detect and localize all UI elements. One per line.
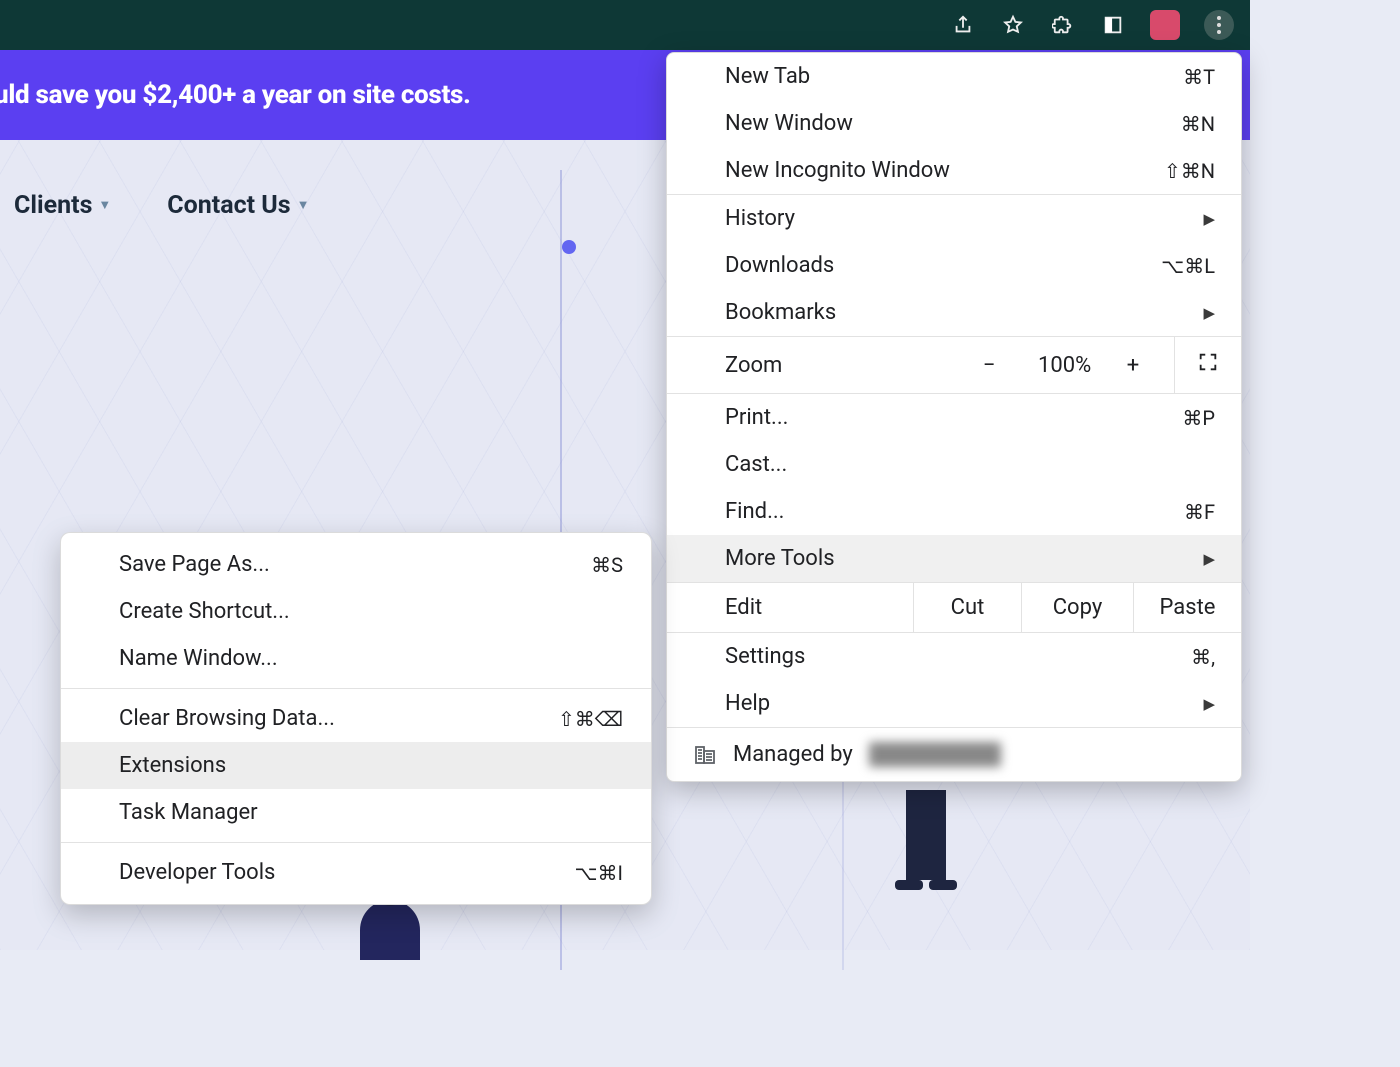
nav-label: Clients	[14, 191, 92, 220]
menu-history[interactable]: History ▶	[667, 195, 1241, 242]
chevron-right-icon: ▶	[1203, 550, 1215, 568]
chevron-down-icon: ▼	[98, 197, 111, 213]
chevron-right-icon: ▶	[1203, 304, 1215, 322]
managed-org-name: example.com	[869, 742, 1001, 767]
menu-label: More Tools	[725, 546, 835, 571]
shortcut: ⌥⌘I	[575, 861, 624, 885]
zoom-out-button[interactable]: −	[966, 353, 1012, 378]
chrome-main-menu: New Tab ⌘T New Window ⌘N New Incognito W…	[666, 52, 1242, 782]
menu-label: Settings	[725, 644, 805, 669]
menu-label: Extensions	[119, 753, 226, 778]
menu-label: History	[725, 206, 795, 231]
menu-label: Name Window...	[119, 646, 278, 671]
chevron-right-icon: ▶	[1203, 695, 1215, 713]
managed-by-prefix: Managed by	[733, 742, 853, 767]
menu-label: Cast...	[725, 452, 787, 477]
chevron-down-icon: ▼	[297, 197, 310, 213]
submenu-clear-browsing-data[interactable]: Clear Browsing Data... ⇧⌘⌫	[61, 695, 651, 742]
menu-label: New Incognito Window	[725, 158, 950, 183]
star-icon[interactable]	[1000, 12, 1026, 38]
shortcut: ⌘N	[1181, 112, 1215, 136]
menu-label: Help	[725, 691, 770, 716]
menu-bookmarks[interactable]: Bookmarks ▶	[667, 289, 1241, 336]
menu-cast[interactable]: Cast...	[667, 441, 1241, 488]
menu-downloads[interactable]: Downloads ⌥⌘L	[667, 242, 1241, 289]
menu-new-incognito[interactable]: New Incognito Window ⇧⌘N	[667, 147, 1241, 194]
menu-zoom-row: Zoom − 100% +	[667, 336, 1241, 394]
shortcut: ⌥⌘L	[1161, 254, 1215, 278]
shortcut: ⌘T	[1183, 65, 1215, 89]
menu-label: Save Page As...	[119, 552, 270, 577]
menu-label: Task Manager	[119, 800, 258, 825]
extensions-puzzle-icon[interactable]	[1050, 12, 1076, 38]
menu-label: Create Shortcut...	[119, 599, 290, 624]
submenu-save-page[interactable]: Save Page As... ⌘S	[61, 541, 651, 588]
panel-icon[interactable]	[1100, 12, 1126, 38]
managed-by-row[interactable]: Managed by example.com	[667, 727, 1241, 781]
shortcut: ⌘S	[591, 553, 623, 577]
menu-help[interactable]: Help ▶	[667, 680, 1241, 727]
nav-label: Contact Us	[167, 191, 290, 220]
shortcut: ⇧⌘⌫	[558, 707, 623, 731]
submenu-developer-tools[interactable]: Developer Tools ⌥⌘I	[61, 849, 651, 896]
menu-find[interactable]: Find... ⌘F	[667, 488, 1241, 535]
shortcut: ⇧⌘N	[1164, 159, 1215, 183]
zoom-value: 100%	[1038, 353, 1084, 378]
decor-person-1	[360, 900, 420, 960]
edit-paste-button[interactable]: Paste	[1133, 583, 1241, 632]
menu-settings[interactable]: Settings ⌘,	[667, 633, 1241, 680]
menu-label: Developer Tools	[119, 860, 275, 885]
kebab-menu-icon[interactable]	[1204, 10, 1234, 40]
menu-label: Downloads	[725, 253, 834, 278]
zoom-label: Zoom	[667, 341, 948, 390]
nav-clients[interactable]: Clients ▼	[14, 191, 111, 220]
edit-copy-button[interactable]: Copy	[1021, 583, 1133, 632]
menu-label: Find...	[725, 499, 784, 524]
share-icon[interactable]	[950, 12, 976, 38]
edit-cut-button[interactable]: Cut	[913, 583, 1021, 632]
shortcut: ⌘P	[1182, 406, 1215, 430]
fullscreen-icon[interactable]	[1174, 337, 1241, 393]
submenu-extensions[interactable]: Extensions	[61, 742, 651, 789]
promo-text: uld save you $2,400+ a year on site cost…	[0, 80, 470, 110]
chevron-right-icon: ▶	[1203, 210, 1215, 228]
menu-more-tools[interactable]: More Tools ▶	[667, 535, 1241, 582]
zoom-in-button[interactable]: +	[1110, 353, 1156, 378]
menu-new-window[interactable]: New Window ⌘N	[667, 100, 1241, 147]
shortcut: ⌘,	[1191, 645, 1215, 669]
shortcut: ⌘F	[1184, 500, 1215, 524]
menu-label: Clear Browsing Data...	[119, 706, 335, 731]
submenu-task-manager[interactable]: Task Manager	[61, 789, 651, 836]
organization-icon	[693, 743, 717, 767]
menu-label: Bookmarks	[725, 300, 836, 325]
menu-new-tab[interactable]: New Tab ⌘T	[667, 53, 1241, 100]
edit-label: Edit	[667, 583, 913, 632]
menu-print[interactable]: Print... ⌘P	[667, 394, 1241, 441]
profile-avatar[interactable]	[1150, 10, 1180, 40]
more-tools-submenu: Save Page As... ⌘S Create Shortcut... Na…	[60, 532, 652, 905]
menu-edit-row: Edit Cut Copy Paste	[667, 582, 1241, 633]
decor-person-2	[886, 790, 966, 910]
nav-contact-us[interactable]: Contact Us ▼	[167, 191, 309, 220]
submenu-create-shortcut[interactable]: Create Shortcut...	[61, 588, 651, 635]
browser-toolbar	[0, 0, 1250, 50]
menu-label: New Window	[725, 111, 853, 136]
menu-label: Print...	[725, 405, 788, 430]
menu-label: New Tab	[725, 64, 810, 89]
submenu-name-window[interactable]: Name Window...	[61, 635, 651, 682]
